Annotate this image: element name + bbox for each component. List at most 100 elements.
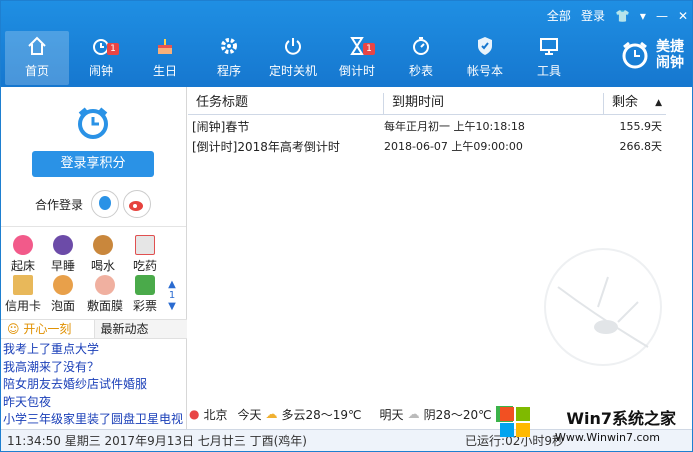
quick-item-facemask[interactable]: 敷面膜 (85, 275, 125, 314)
page-down-icon[interactable]: ▼ (165, 301, 179, 312)
quick-item-noodles[interactable]: 泡面 (43, 275, 83, 314)
news-item[interactable]: 昨天包夜 (3, 394, 187, 412)
sidebar: 登录享积分 合作登录 起床 早睡 喝水 吃药 信用卡 泡面 敷面膜 彩票 ▲ 1… (1, 87, 187, 429)
quick-item-water[interactable]: 喝水 (83, 235, 123, 274)
weather-tomorrow: 阴28～20℃ (423, 407, 492, 422)
quick-item-credit-card[interactable]: 信用卡 (3, 275, 43, 314)
table-row[interactable]: [闹钟]春节 每年正月初一 上午10:18:18 155.9天 (188, 117, 666, 137)
countdown-badge: 1 (363, 43, 375, 55)
brand-clock-icon (622, 41, 648, 69)
login-link[interactable]: 登录 (581, 7, 605, 24)
power-icon (281, 34, 305, 58)
col-remaining-label: 剩余 (612, 95, 639, 110)
watermark-url: Www.Winwin7.com (554, 431, 660, 444)
quick-item-lottery[interactable]: 彩票 (125, 275, 165, 314)
news-item[interactable]: 小学三年级家里装了圆盘卫星电视 (3, 411, 187, 429)
col-title[interactable]: 任务标题 (188, 93, 384, 114)
close-icon[interactable]: ✕ (678, 9, 688, 23)
news-item[interactable]: 我考上了重点大学 (3, 341, 187, 359)
tab-fun[interactable]: ☺ 开心一刻 (1, 320, 94, 338)
gear-icon (217, 34, 241, 58)
skin-icon[interactable]: 👕 (615, 9, 630, 23)
app-window: 全部 登录 👕 ▾ — ✕ 首页 1 闹钟 生日 程序 定时关机 1 倒计时 秒… (0, 0, 693, 452)
brand-logo: 美捷 闹钟 (620, 39, 688, 71)
watermark-text: Win7系统之家 (566, 409, 676, 428)
weather-today: 多云28～19℃ (281, 407, 362, 422)
news-tabs: ☺ 开心一刻 最新动态 (1, 319, 187, 339)
quick-item-label: 敷面膜 (86, 299, 123, 313)
stopwatch-icon (409, 34, 433, 58)
all-link[interactable]: 全部 (547, 7, 571, 24)
tab-label: 首页 (24, 64, 49, 78)
login-button[interactable]: 登录享积分 (32, 151, 154, 177)
money-bag-icon (135, 275, 155, 295)
page-number: 1 (168, 290, 176, 301)
cloud-icon: ☁ (407, 407, 420, 421)
quick-item-label: 早睡 (50, 259, 75, 273)
menu-icon[interactable]: ▾ (640, 9, 646, 23)
window-controls: 全部 登录 👕 ▾ — ✕ (547, 7, 688, 24)
weather-tomorrow-label: 明天 (379, 407, 404, 422)
monitor-icon (537, 34, 561, 58)
task-due: 每年正月初一 上午10:18:18 (384, 120, 525, 133)
tab-label: 生日 (152, 64, 177, 78)
tab-stopwatch[interactable]: 秒表 (389, 31, 453, 85)
task-left: 155.9天 (619, 120, 663, 133)
tab-accounts[interactable]: 帐号本 (453, 31, 517, 85)
cake-icon (153, 34, 177, 58)
tab-birthday[interactable]: 生日 (133, 31, 197, 85)
col-due[interactable]: 到期时间 (384, 93, 604, 114)
quick-item-sleep[interactable]: 早睡 (43, 235, 83, 274)
mask-icon (95, 275, 115, 295)
bird-branch-watermark-icon (544, 248, 662, 366)
news-item[interactable]: 陪女朋友去婚纱店试件婚服 (3, 376, 187, 394)
quick-item-wakeup[interactable]: 起床 (3, 235, 43, 274)
site-watermark: Win7系统之家 Www.Winwin7.com (496, 403, 686, 451)
quick-item-label: 泡面 (50, 299, 75, 313)
windows-logo-icon (500, 407, 530, 437)
coop-login: 合作登录 (35, 190, 155, 218)
tab-tools[interactable]: 工具 (517, 31, 581, 85)
tent-icon (53, 235, 73, 255)
quick-item-label: 信用卡 (4, 299, 41, 313)
weather-today-label: 今天 (237, 407, 262, 422)
shield-icon (473, 34, 497, 58)
weather-city[interactable]: 北京 (203, 406, 227, 423)
bowl-icon (53, 275, 73, 295)
qq-login-icon[interactable] (91, 190, 120, 218)
news-item[interactable]: 我高潮来了没有？ (3, 359, 187, 377)
minimize-icon[interactable]: — (656, 9, 668, 23)
quick-reminders: 起床 早睡 喝水 吃药 信用卡 泡面 敷面膜 彩票 (1, 233, 187, 315)
card-icon (13, 275, 33, 295)
col-remaining[interactable]: 剩余 ▲ (604, 93, 666, 114)
smile-icon: ☺ (7, 322, 20, 336)
tab-label: 工具 (536, 64, 561, 78)
cloudy-sun-icon: ☁ (265, 407, 278, 421)
quick-item-label: 喝水 (90, 259, 115, 273)
tab-label: 倒计时 (338, 64, 375, 78)
tab-countdown[interactable]: 1 倒计时 (325, 31, 389, 85)
tab-latest[interactable]: 最新动态 (93, 320, 187, 338)
alarm-avatar-icon (78, 107, 108, 139)
tab-label: 秒表 (408, 64, 433, 78)
coop-login-label: 合作登录 (35, 197, 84, 212)
sun-icon (13, 235, 33, 255)
page-up-icon[interactable]: ▲ (165, 279, 179, 290)
news-tab-label: 最新动态 (100, 322, 149, 336)
tab-label: 定时关机 (268, 64, 317, 78)
tab-label: 闹钟 (88, 64, 113, 78)
quick-item-medicine[interactable]: 吃药 (125, 235, 165, 274)
quick-pager: ▲ 1 ▼ (165, 279, 179, 312)
tab-shutdown[interactable]: 定时关机 (261, 31, 325, 85)
tab-program[interactable]: 程序 (197, 31, 261, 85)
weibo-login-icon[interactable] (123, 190, 152, 218)
quick-item-label: 起床 (10, 259, 35, 273)
task-title: [倒计时]2018年高考倒计时 (192, 140, 340, 154)
tab-home[interactable]: 首页 (5, 31, 69, 85)
table-row[interactable]: [倒计时]2018年高考倒计时 2018-06-07 上午09:00:00 26… (188, 137, 666, 157)
sort-asc-icon: ▲ (655, 98, 662, 108)
task-title: [闹钟]春节 (192, 120, 250, 134)
quick-item-label: 吃药 (132, 259, 157, 273)
tab-alarm[interactable]: 1 闹钟 (69, 31, 133, 85)
news-tab-label: 开心一刻 (23, 322, 72, 336)
